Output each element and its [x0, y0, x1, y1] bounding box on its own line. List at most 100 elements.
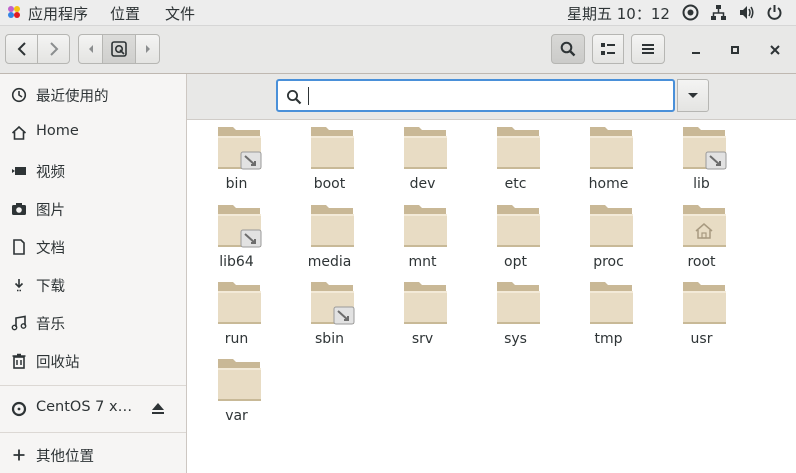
sidebar-item-videos[interactable]: 视频: [0, 156, 186, 186]
sidebar-item-music[interactable]: 音乐: [0, 308, 186, 338]
file-name: sbin: [315, 331, 344, 347]
sidebar-item-pictures[interactable]: 图片: [0, 194, 186, 224]
file-item-media[interactable]: media: [283, 198, 376, 270]
disc-icon: [11, 401, 27, 417]
search-field[interactable]: [276, 79, 675, 112]
download-icon: [14, 279, 24, 292]
file-name: usr: [690, 331, 713, 347]
file-name: opt: [504, 254, 527, 270]
search-input[interactable]: [308, 86, 662, 108]
volume-icon[interactable]: [738, 4, 755, 21]
folder-icon: [311, 205, 354, 247]
file-item-tmp[interactable]: tmp: [562, 275, 655, 347]
files-menu[interactable]: 文件: [165, 3, 195, 24]
chevron-right-icon: [49, 42, 58, 56]
triangle-left-icon: [88, 45, 93, 53]
chevron-down-icon: [688, 93, 698, 98]
eject-icon[interactable]: [151, 402, 165, 415]
accessibility-icon[interactable]: [682, 4, 699, 21]
folder-icon: [497, 127, 540, 169]
applications-menu[interactable]: 应用程序: [28, 3, 88, 24]
clock[interactable]: 星期五 10：12: [567, 3, 670, 24]
sidebar-item-home[interactable]: Home: [0, 118, 186, 148]
trash-icon: [12, 353, 26, 369]
sidebar-item-label: 回收站: [36, 355, 80, 371]
file-item-root[interactable]: root: [655, 198, 748, 270]
search-options-button[interactable]: [677, 79, 709, 112]
folder-link-icon: [218, 127, 262, 170]
folder-icon: [590, 127, 633, 169]
file-item-sys[interactable]: sys: [469, 275, 562, 347]
music-icon: [11, 315, 27, 331]
folder-icon: [311, 127, 354, 169]
folder-icon: [218, 282, 261, 324]
file-name: tmp: [594, 331, 623, 347]
file-item-lib[interactable]: lib: [655, 120, 748, 192]
search-button[interactable]: [551, 34, 585, 64]
file-item-sbin[interactable]: sbin: [283, 275, 376, 347]
sidebar-item-label: 最近使用的: [36, 89, 109, 105]
applications-icon: [8, 6, 20, 18]
file-name: lib: [693, 176, 710, 192]
chevron-left-icon: [17, 42, 26, 56]
file-name: srv: [411, 331, 434, 347]
path-root-button[interactable]: [102, 34, 136, 64]
file-name: var: [225, 408, 248, 424]
document-icon: [13, 239, 25, 255]
sidebar-item-device[interactable]: CentOS 7 x…: [0, 394, 186, 424]
file-item-opt[interactable]: opt: [469, 198, 562, 270]
file-item-usr[interactable]: usr: [655, 275, 748, 347]
sidebar-item-label: 下载: [36, 279, 65, 295]
top-panel: 应用程序 位置 文件 星期五 10：12: [0, 0, 796, 26]
file-name: media: [307, 254, 352, 270]
sidebar-item-trash[interactable]: 回收站: [0, 346, 186, 376]
folder-icon: [404, 127, 447, 169]
list-view-icon: [601, 43, 615, 55]
hamburger-icon: [642, 44, 654, 54]
places-menu[interactable]: 位置: [110, 3, 140, 24]
network-icon[interactable]: [710, 4, 727, 21]
file-item-home[interactable]: home: [562, 120, 655, 192]
path-scroll-left-button[interactable]: [78, 34, 103, 64]
sidebar-item-recent[interactable]: 最近使用的: [0, 80, 186, 110]
recent-icon: [11, 87, 27, 103]
plus-icon: [13, 449, 25, 461]
folder-icon: [218, 359, 261, 401]
file-item-lib64[interactable]: lib64: [190, 198, 283, 270]
file-item-mnt[interactable]: mnt: [376, 198, 469, 270]
sidebar-item-label: 文档: [36, 241, 65, 257]
file-item-var[interactable]: var: [190, 352, 283, 424]
minimize-icon[interactable]: [689, 43, 703, 57]
menu-button[interactable]: [631, 34, 665, 64]
sidebar-item-other-locations[interactable]: 其他位置: [0, 440, 186, 470]
sidebar-item-documents[interactable]: 文档: [0, 232, 186, 262]
header-bar: [0, 26, 796, 74]
forward-button[interactable]: [37, 34, 70, 64]
view-options-button[interactable]: [592, 34, 624, 64]
file-name: dev: [409, 176, 436, 192]
back-button[interactable]: [5, 34, 38, 64]
file-name: bin: [225, 176, 248, 192]
folder-icon: [404, 282, 447, 324]
close-icon[interactable]: [768, 43, 782, 57]
folder-icon: [590, 205, 633, 247]
file-name: home: [588, 176, 629, 192]
sidebar: 最近使用的 Home 视频 图片 文档 下载 音乐 回收站 CentOS 7 x…: [0, 74, 187, 473]
file-item-boot[interactable]: boot: [283, 120, 376, 192]
video-icon: [12, 167, 26, 175]
text-cursor: [308, 87, 309, 105]
file-item-srv[interactable]: srv: [376, 275, 469, 347]
maximize-icon[interactable]: [728, 43, 742, 57]
file-item-run[interactable]: run: [190, 275, 283, 347]
camera-icon: [12, 203, 26, 215]
power-icon[interactable]: [766, 4, 783, 21]
path-scroll-right-button[interactable]: [135, 34, 160, 64]
file-item-dev[interactable]: dev: [376, 120, 469, 192]
file-item-etc[interactable]: etc: [469, 120, 562, 192]
file-item-proc[interactable]: proc: [562, 198, 655, 270]
sidebar-item-label: 视频: [36, 165, 65, 181]
home-icon: [11, 125, 27, 140]
file-name: proc: [593, 254, 624, 270]
file-item-bin[interactable]: bin: [190, 120, 283, 192]
sidebar-item-downloads[interactable]: 下载: [0, 270, 186, 300]
